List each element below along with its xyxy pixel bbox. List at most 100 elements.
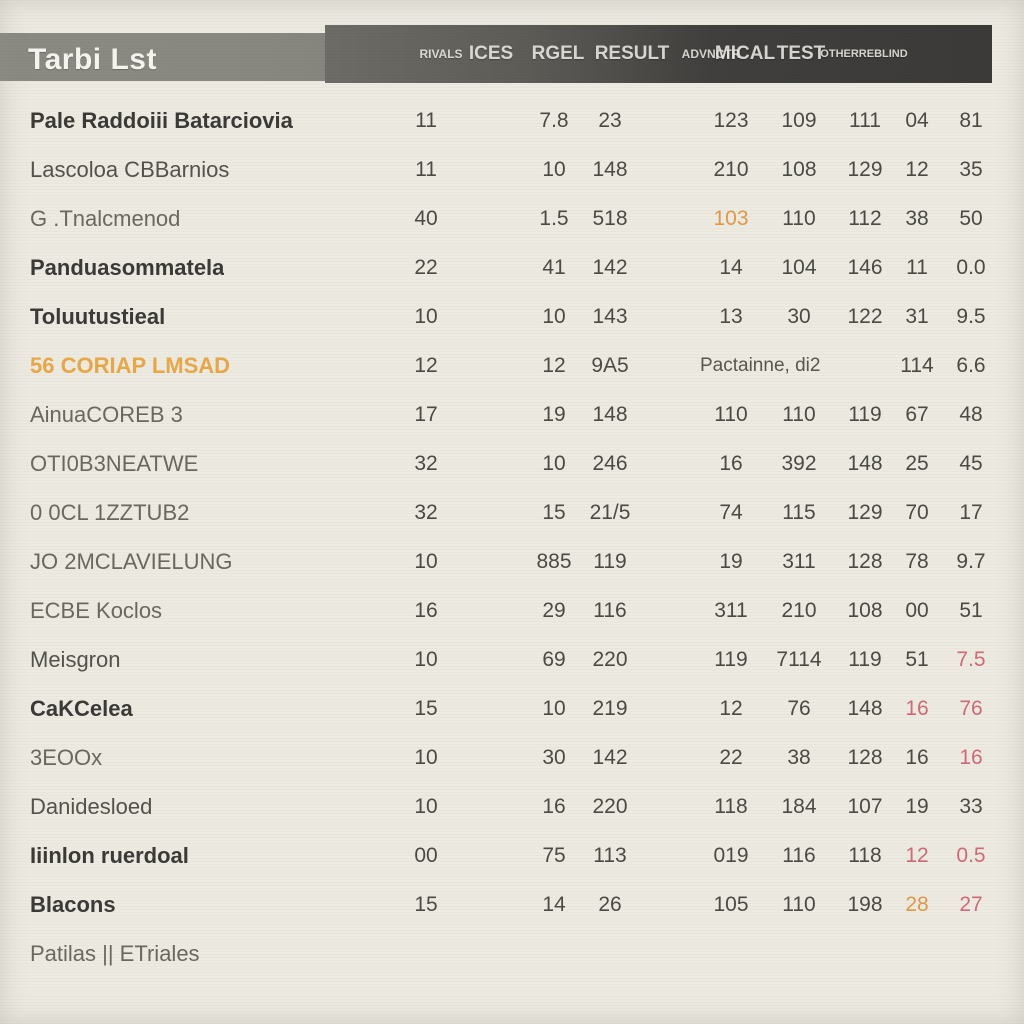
table-cell: 105 [713, 893, 749, 916]
table-cell: 75 [542, 844, 566, 867]
table-cell: 112 [848, 207, 882, 230]
table-cell: 103 [713, 207, 749, 230]
table-cell: 119 [593, 550, 627, 573]
table-cell: 210 [713, 158, 749, 181]
row-label: Patilas || ETriales [30, 941, 200, 966]
table-cell: 220 [592, 648, 628, 671]
table-cell: 311 [714, 599, 748, 622]
table-cell: 21/5 [589, 501, 631, 524]
table-cell: 74 [719, 501, 743, 524]
row-label: Iiinlon ruerdoal [30, 843, 189, 868]
table-cell: 10 [542, 305, 566, 328]
table-cell: 12 [414, 354, 438, 377]
column-header-7[interactable]: OTHERREBLIND [810, 25, 918, 83]
table-cell: 19 [905, 795, 929, 818]
table-cell: 0.5 [956, 844, 986, 867]
table-cell: 19 [719, 550, 743, 573]
table-row[interactable]: ECBE Koclos 16 29 116 311 210 108 00 51 [0, 586, 1024, 635]
table-row[interactable]: Toluutustieal 10 10 143 13 30 122 31 9.5 [0, 292, 1024, 341]
table-row[interactable]: 3EOOx 10 30 142 22 38 128 16 16 [0, 733, 1024, 782]
table-cell: 45 [959, 452, 983, 475]
table-cell: 10 [542, 452, 566, 475]
table-cell: 48 [959, 403, 983, 426]
table-cell: 9.7 [956, 550, 986, 573]
table-header: Tarbi Lst RIVALS ICES RGEL RESULT ADVNCTR MIC… [0, 25, 1024, 83]
table-cell: 22 [719, 746, 743, 769]
table-cell: 76 [959, 697, 983, 720]
table-cell: 108 [781, 158, 817, 181]
row-label: AinuaCOREB 3 [30, 402, 183, 427]
table-cell: 17 [959, 501, 983, 524]
table-cell: 10 [542, 158, 566, 181]
table-cell: 38 [905, 207, 929, 230]
table-row[interactable]: CaKCelea 15 10 219 12 76 148 16 76 [0, 684, 1024, 733]
table-row[interactable]: AinuaCOREB 3 17 19 148 110 110 119 67 48 [0, 390, 1024, 439]
table-cell: 220 [592, 795, 628, 818]
table-cell: 27 [959, 893, 983, 916]
table-screen: Tarbi Lst RIVALS ICES RGEL RESULT ADVNCTR MIC… [0, 0, 1024, 1024]
table-cell: 00 [414, 844, 438, 867]
table-cell: 148 [847, 452, 883, 475]
table-row[interactable]: Lascoloa CBBarnios 11 10 148 210 108 129 12 35 [0, 145, 1024, 194]
table-cell: 122 [847, 305, 883, 328]
table-cell: 12 [905, 844, 929, 867]
table-cell: 143 [592, 305, 628, 328]
table-cell: 118 [848, 844, 882, 867]
table-row[interactable]: Pale Raddoiii Batarciovia 11 7.8 23 123 109 11… [0, 96, 1024, 145]
table-cell: 13 [719, 305, 743, 328]
table-row[interactable]: Iiinlon ruerdoal 00 75 113 019 116 118 12 0.5 [0, 831, 1024, 880]
table-cell: 16 [414, 599, 438, 622]
table-cell: 9A5 [591, 354, 629, 377]
table-cell: 51 [959, 599, 983, 622]
table-row[interactable]: 56 CORIAP LMSAD 12 12 9A5 Pactainne, di2 114 6… [0, 341, 1024, 390]
table-cell: 148 [847, 697, 883, 720]
row-label: Meisgron [30, 647, 121, 672]
table-cell: 116 [593, 599, 627, 622]
table-cell: 40 [414, 207, 438, 230]
table-cell: 119 [848, 648, 882, 671]
table-cell: 32 [414, 501, 438, 524]
table-row[interactable]: OTI0B3NEATWE 32 10 246 16 392 148 25 45 [0, 439, 1024, 488]
table-cell: 108 [847, 599, 883, 622]
table-cell: 70 [905, 501, 929, 524]
table-cell: 25 [905, 452, 929, 475]
page-title: Tarbi Lst [28, 43, 157, 76]
table-row[interactable]: JO 2MCLAVIELUNG 10 885 119 19 311 128 78 9.7 [0, 537, 1024, 586]
table-cell: 26 [598, 893, 622, 916]
table-cell: 7.5 [956, 648, 986, 671]
table-cell: 76 [787, 697, 811, 720]
row-label: Lascoloa CBBarnios [30, 157, 230, 182]
table-cell: 30 [787, 305, 811, 328]
table-cell: 15 [542, 501, 566, 524]
table-row[interactable]: G .Tnalcmenod 40 1.5 518 103 110 112 38 50 [0, 194, 1024, 243]
table-cell: 107 [847, 795, 883, 818]
row-label: JO 2MCLAVIELUNG [30, 549, 233, 574]
table-row[interactable]: 0 0CL 1ZZTUB2 32 15 21/5 74 115 129 70 17 [0, 488, 1024, 537]
table-row[interactable]: Danidesloed 10 16 220 118 184 107 19 33 [0, 782, 1024, 831]
table-cell: 184 [781, 795, 817, 818]
row-label: OTI0B3NEATWE [30, 451, 199, 476]
table-cell: 16 [959, 746, 983, 769]
row-label: 56 CORIAP LMSAD [30, 353, 231, 378]
table-row[interactable]: Panduasommatela 22 41 142 14 104 146 11 0.0 [0, 243, 1024, 292]
table-cell: 00 [905, 599, 929, 622]
table-row[interactable]: Patilas || ETriales [0, 929, 1024, 978]
table-cell: 10 [542, 697, 566, 720]
table-cell: 50 [959, 207, 983, 230]
table-cell: 30 [542, 746, 566, 769]
table-row[interactable]: Blacons 15 14 26 105 110 198 28 27 [0, 880, 1024, 929]
row-label: CaKCelea [30, 696, 133, 721]
table-cell: 31 [905, 305, 929, 328]
table-cell: 198 [847, 893, 883, 916]
table-cell: 115 [782, 501, 816, 524]
table-cell: 148 [592, 403, 628, 426]
table-cell: 10 [414, 305, 438, 328]
row-label: Blacons [30, 892, 116, 917]
table-cell: 1.5 [539, 207, 569, 230]
table-cell: 110 [782, 207, 816, 230]
table-cell: 110 [714, 403, 748, 426]
table-cell: 7114 [776, 648, 822, 671]
table-row[interactable]: Meisgron 10 69 220 119 7114 119 51 7.5 [0, 635, 1024, 684]
table-cell: 22 [414, 256, 438, 279]
table-cell: 246 [592, 452, 628, 475]
